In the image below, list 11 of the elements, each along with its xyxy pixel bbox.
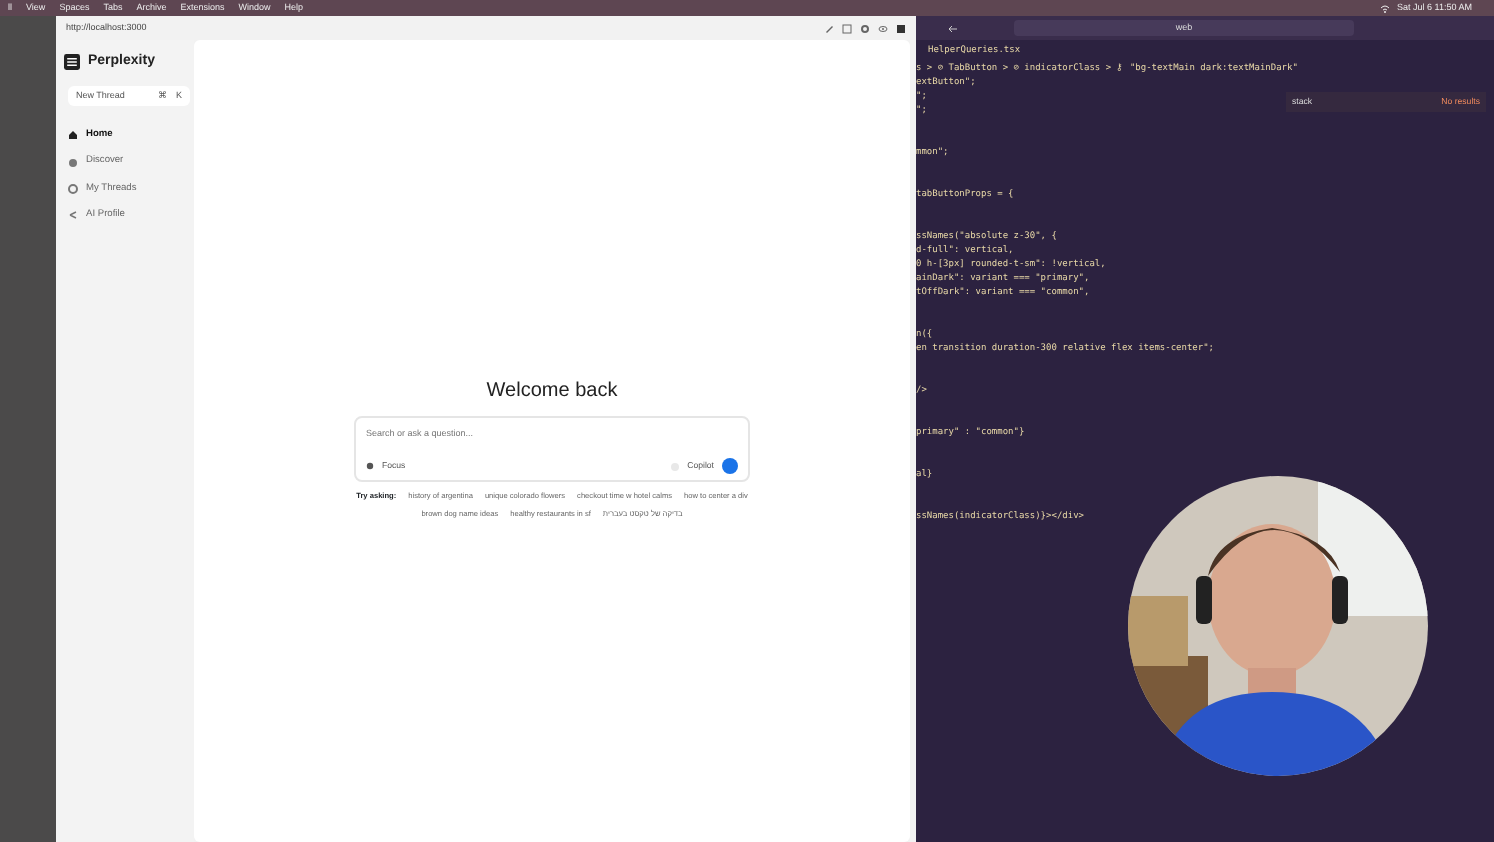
home-icon — [68, 130, 78, 141]
pencil-icon[interactable] — [824, 23, 834, 33]
square-icon[interactable] — [842, 23, 852, 33]
logo-icon — [64, 54, 80, 71]
submit-button[interactable] — [722, 458, 738, 474]
page-title: Welcome back — [486, 378, 618, 406]
focus-icon — [366, 462, 374, 470]
wifi-icon — [1379, 3, 1390, 13]
eye-icon[interactable] — [878, 23, 888, 33]
back-arrow-icon[interactable] — [948, 23, 958, 33]
share-icon — [68, 209, 78, 220]
